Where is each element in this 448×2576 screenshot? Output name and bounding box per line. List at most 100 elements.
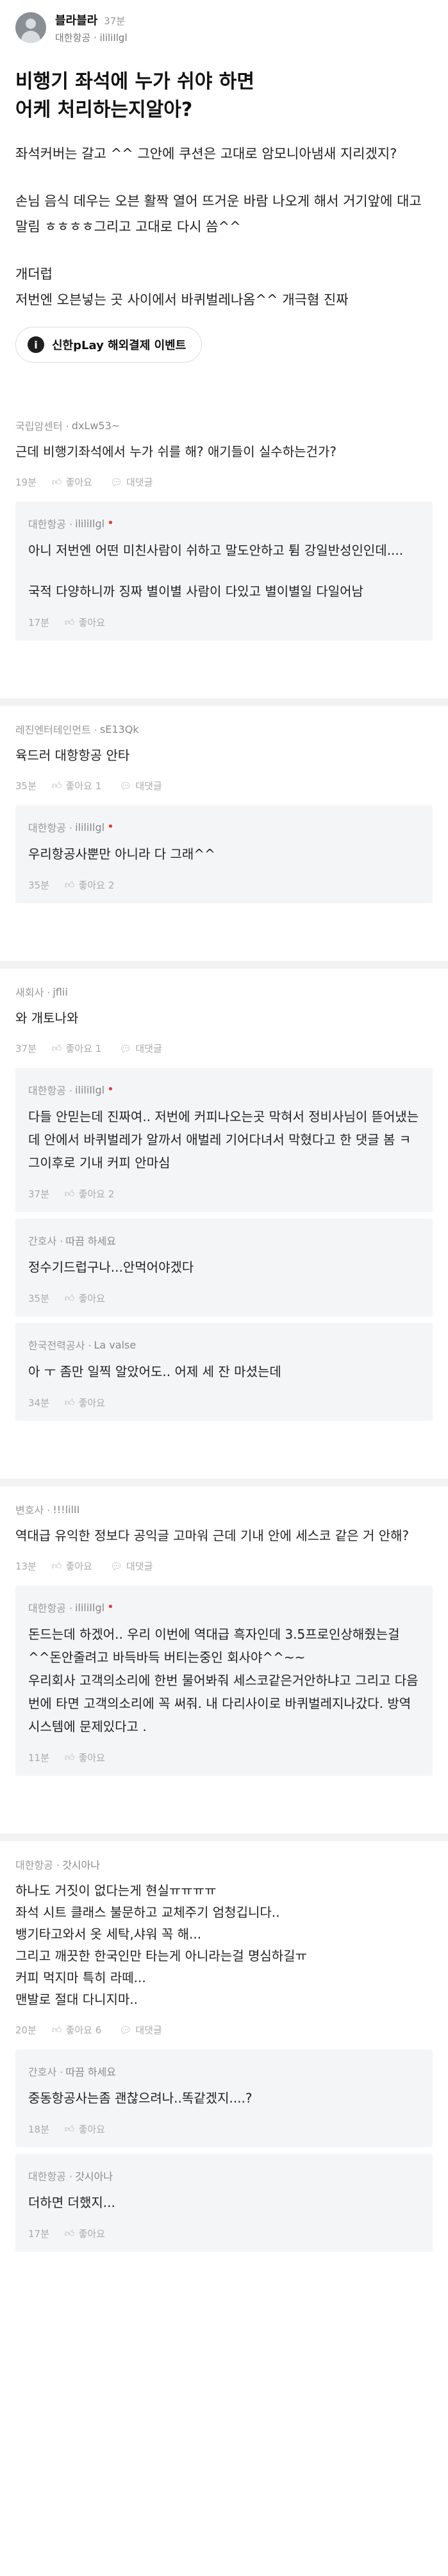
like-button[interactable]: 👍︎ 좋아요 (65, 2227, 105, 2240)
commenter-company: 한국전력공사 · (28, 1340, 92, 1352)
like-button[interactable]: 👍︎ 좋아요 (65, 1396, 105, 1409)
commenter-company: 간호사 · (28, 1235, 63, 1247)
commenter-company: 레진엔터테인먼트 · (15, 724, 97, 736)
comment-meta: 대한항공 · ililiIlgl • (28, 1600, 420, 1615)
author-block: 블라블라 37분 대한항공 · ililiIlgl (55, 12, 128, 44)
reply-button[interactable]: 💬︎ 대댓글 (119, 1042, 162, 1055)
speech-bubble-icon: 💬︎ (119, 1042, 132, 1054)
reply: 대한항공 · ililiIlgl • 우리항공사뿐만 아니라 다 그래^^ 35… (15, 805, 433, 903)
like-count: 좋아요 (78, 2228, 105, 2240)
commenter-company: 변호사 · (15, 1504, 51, 1516)
commenter-nickname[interactable]: ililiIlgl (75, 1084, 104, 1096)
comment-footer: 35분 👍︎ 좋아요 1 💬︎ 대댓글 (15, 779, 433, 792)
thumbs-up-icon: 👍︎ (64, 1752, 75, 1763)
comment-footer: 11분 👍︎ 좋아요 (28, 1751, 420, 1764)
commenter-nickname[interactable]: 갓시아나 (75, 2168, 113, 2183)
author-marker-icon: • (107, 1083, 114, 1096)
comment-footer: 35분 👍︎ 좋아요 2 (28, 878, 420, 892)
post-title: 비행기 좌석에 누가 쉬야 하면 어케 처리하는지알아? (0, 68, 448, 124)
like-button[interactable]: 👍︎ 좋아요 1 (52, 779, 101, 792)
speech-bubble-icon: 💬︎ (110, 476, 123, 488)
reply-text: 아 ㅜ 좀만 일찍 알았어도.. 어제 세 잔 마셨는데 (28, 1364, 281, 1379)
reply-button[interactable]: 💬︎ 대댓글 (119, 2023, 162, 2037)
commenter-nickname[interactable]: jflii (53, 986, 67, 998)
author-avatar[interactable] (15, 12, 46, 43)
commenter-nickname[interactable]: 갓시아나 (62, 1857, 100, 1872)
commenter-nickname[interactable]: La valse (94, 1339, 137, 1351)
like-count: 좋아요 6 (65, 2024, 102, 2036)
comment-meta: 대한항공 · 갓시아나 (15, 1857, 433, 1872)
comment: 새회사 · jflii 와 개토나와 37분 👍︎ 좋아요 1 💬︎ 대댓글 (0, 975, 448, 1063)
reply-label: 대댓글 (126, 1561, 153, 1572)
reply-text: 다들 안믿는데 진짜여.. 저번에 커피나오는곳 막혀서 정비사님이 뜯어냈는데… (28, 1109, 419, 1170)
commenter-nickname[interactable]: !!!lilII (53, 1504, 79, 1516)
commenter-nickname[interactable]: sE13Qk (100, 723, 139, 735)
reply-label: 대댓글 (135, 780, 162, 792)
comment-text: 근데 비행기좌석에서 누가 쉬를 해? 애기들이 실수하는건가? (15, 444, 336, 459)
comment-footer: 37분 👍︎ 좋아요 2 (28, 1187, 420, 1201)
like-button[interactable]: 👍︎ 좋아요 (52, 1559, 92, 1573)
reply-text: 아니 저번엔 어떤 미친사람이 쉬하고 말도안하고 튐 강일반성인인데.... 국… (28, 543, 404, 599)
comment-time: 17분 (28, 617, 49, 628)
reply: 대한항공 · 갓시아나 더하면 더했지... 17분 👍︎ 좋아요 (15, 2154, 433, 2252)
reply-button[interactable]: 💬︎ 대댓글 (110, 475, 153, 489)
comment: 대한항공 · 갓시아나 하나도 거짓이 없다는게 현실ㅠㅠㅠㅠ 좌석 시트 클래스… (0, 1848, 448, 2044)
commenter-company: 대한항공 · (28, 1085, 73, 1097)
comment-meta: 대한항공 · ililiIlgl • (28, 516, 420, 531)
comment-footer: 19분 👍︎ 좋아요 💬︎ 대댓글 (15, 475, 433, 489)
comment-time: 20분 (15, 2024, 37, 2036)
thumbs-up-icon: 👍︎ (64, 616, 75, 628)
author-company: 대한항공 · ililiIlgl (55, 31, 128, 44)
reply: 한국전력공사 · La valse 아 ㅜ 좀만 일찍 알았어도.. 어제 세 … (15, 1323, 433, 1421)
thumbs-up-icon: 👍︎ (64, 1188, 75, 1199)
info-icon: i (28, 336, 44, 353)
commenter-nickname[interactable]: ililiIlgl (75, 518, 104, 530)
reply-button[interactable]: 💬︎ 대댓글 (119, 779, 162, 792)
comment-time: 17분 (28, 2228, 49, 2240)
reply-button[interactable]: 💬︎ 대댓글 (110, 1559, 153, 1573)
post-header: 블라블라 37분 대한항공 · ililiIlgl (0, 0, 448, 55)
like-button[interactable]: 👍︎ 좋아요 (65, 1292, 105, 1305)
like-button[interactable]: 👍︎ 좋아요 2 (65, 1187, 114, 1201)
comment-time: 35분 (28, 880, 49, 891)
like-button[interactable]: 👍︎ 좋아요 1 (52, 1042, 101, 1055)
like-button[interactable]: 👍︎ 좋아요 (65, 1751, 105, 1764)
commenter-company: 새회사 · (15, 987, 51, 999)
like-count: 좋아요 (78, 2124, 105, 2135)
commenter-nickname[interactable]: ililiIlgl (75, 1602, 104, 1614)
reply-label: 대댓글 (135, 1043, 162, 1054)
commenter-company: 간호사 · (28, 2066, 63, 2078)
like-button[interactable]: 👍︎ 좋아요 2 (65, 878, 114, 892)
like-count: 좋아요 (65, 477, 92, 488)
commenter-company: 대한항공 · (28, 2170, 73, 2183)
like-count: 좋아요 (78, 1752, 105, 1764)
speech-bubble-icon: 💬︎ (110, 1560, 123, 1572)
reply-text: 우리항공사뿐만 아니라 다 그래^^ (28, 846, 215, 862)
reply: 대한항공 · ililiIlgl • 아니 저번엔 어떤 미친사람이 쉬하고 말… (15, 502, 433, 641)
comment: 변호사 · !!!lilII 역대급 유익한 정보다 공익글 고마워 근데 기내… (0, 1493, 448, 1580)
post-paragraph-1: 좌석커버는 갈고 ^^ 그안에 쿠션은 고대로 암모니아냄새 지리겠지? (15, 146, 397, 161)
commenter-nickname[interactable]: 따끔 하세요 (65, 2063, 116, 2079)
like-count: 좋아요 (65, 1561, 92, 1572)
author-name[interactable]: 블라블라 (55, 12, 97, 28)
speech-bubble-icon: 💬︎ (119, 2024, 132, 2036)
author-marker-icon: • (107, 516, 114, 530)
commenter-nickname[interactable]: ililiIlgl (75, 821, 104, 833)
commenter-nickname[interactable]: 따끔 하세요 (65, 1233, 116, 1248)
comment-footer: 20분 👍︎ 좋아요 6 💬︎ 대댓글 (15, 2023, 433, 2037)
post-time: 37분 (104, 15, 126, 27)
reply-label: 대댓글 (135, 2024, 162, 2036)
comment-footer: 17분 👍︎ 좋아요 (28, 616, 420, 629)
thumbs-up-icon: 👍︎ (51, 1042, 62, 1054)
commenter-company: 대한항공 · (15, 1859, 60, 1871)
like-button[interactable]: 👍︎ 좋아요 (65, 2122, 105, 2136)
like-button[interactable]: 👍︎ 좋아요 6 (52, 2023, 101, 2037)
comment-thread: 변호사 · !!!lilII 역대급 유익한 정보다 공익글 고마워 근데 기내… (0, 1479, 448, 1794)
like-button[interactable]: 👍︎ 좋아요 (65, 616, 105, 629)
like-button[interactable]: 👍︎ 좋아요 (52, 475, 92, 489)
post-paragraph-3a: 개더럽 (15, 267, 53, 282)
commenter-nickname[interactable]: dxLw53~ (72, 420, 120, 432)
promo-chip[interactable]: i 신한pLay 해외결제 이벤트 (15, 327, 203, 363)
commenter-company: 국립암센터 · (15, 420, 69, 432)
comment: 레진엔터테인먼트 · sE13Qk 육드러 대항항공 안타 35분 👍︎ 좋아요 … (0, 712, 448, 800)
